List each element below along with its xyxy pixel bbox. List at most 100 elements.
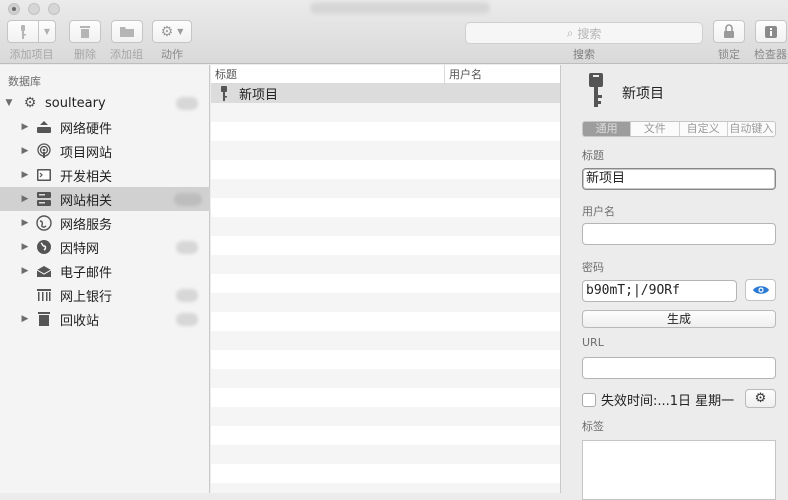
disclosure-triangle-icon[interactable]: ▶	[20, 266, 30, 276]
actions-button[interactable]: ⚙ ▼	[152, 20, 192, 43]
search-placeholder: 搜索	[577, 26, 602, 41]
inspector-label: 检查器	[754, 48, 787, 61]
add-entry-button[interactable]	[7, 20, 39, 43]
title-field[interactable]: 新项目	[582, 168, 776, 190]
table-row	[211, 236, 560, 255]
close-window-button[interactable]	[8, 3, 20, 15]
sidebar-item-online-banking[interactable]: 网上银行	[0, 283, 210, 307]
key-icon	[220, 85, 228, 102]
sidebar-database-label: soulteary	[45, 95, 106, 111]
add-entry-dropdown[interactable]: ▼	[39, 20, 56, 43]
disclosure-triangle-icon[interactable]: ▶	[20, 218, 30, 228]
title-field-label: 标题	[582, 149, 604, 162]
table-row	[211, 350, 560, 369]
delete-tool[interactable]: 删除	[69, 20, 101, 62]
delete-label: 删除	[74, 48, 96, 61]
sidebar-item-trash[interactable]: ▶ 回收站	[0, 307, 210, 331]
window-controls	[8, 3, 60, 15]
add-group-label: 添加组	[110, 48, 143, 61]
disclosure-triangle-icon[interactable]: ▶	[20, 146, 30, 156]
key-plus-icon	[21, 24, 26, 39]
disclosure-triangle-icon[interactable]: ▶	[20, 314, 30, 324]
entry-count-badge	[176, 96, 198, 110]
username-field[interactable]	[582, 223, 776, 245]
tab-custom[interactable]: 自定义	[680, 122, 728, 136]
tab-general[interactable]: 通用	[583, 122, 632, 136]
table-row[interactable]: 新项目	[211, 84, 560, 103]
trash-icon	[35, 311, 53, 327]
actions-tool[interactable]: ⚙ ▼ 动作	[152, 20, 192, 62]
table-row	[211, 407, 560, 426]
generate-password-button[interactable]: 生成	[582, 310, 776, 328]
search-input[interactable]: ⌕ 搜索	[465, 22, 703, 44]
sidebar-item-project-sites[interactable]: ▶ 项目网站	[0, 139, 210, 163]
sidebar-item-development[interactable]: ▶ 开发相关	[0, 163, 210, 187]
toolbar: ▼ 添加项目 删除 添加组 ⚙ ▼ 动作 ⌕ 搜索 搜索 锁定 检查器	[0, 0, 788, 64]
disclosure-triangle-icon[interactable]: ▶	[20, 194, 30, 204]
table-row	[211, 369, 560, 388]
sidebar: 数据库 ▼ ⚙ soulteary ▶ 网络硬件 ▶ 项目网站 ▶ 开发相关 ▶…	[0, 65, 210, 493]
add-entry-label: 添加项目	[9, 48, 54, 61]
sidebar-header: 数据库	[8, 75, 41, 88]
search-icon: ⌕	[566, 25, 574, 40]
sidebar-item-label: 网上银行	[60, 289, 113, 305]
table-row	[211, 274, 560, 293]
url-field[interactable]	[582, 357, 776, 379]
password-field[interactable]: b90mT;|/9ORf	[582, 280, 737, 302]
podcast-icon	[35, 143, 53, 159]
email-icon	[35, 263, 53, 279]
expire-checkbox[interactable]	[582, 392, 596, 407]
inspector-tool[interactable]: 检查器	[754, 20, 787, 62]
table-row	[211, 483, 560, 493]
entry-list: 标题 用户名 新项目	[211, 65, 561, 493]
add-group-tool[interactable]: 添加组	[110, 20, 143, 62]
sidebar-item-network-hardware[interactable]: ▶ 网络硬件	[0, 115, 210, 139]
expiration-settings-button[interactable]: ⚙	[745, 389, 776, 408]
tab-autotype[interactable]: 自动键入	[728, 122, 775, 136]
internet-icon	[35, 239, 53, 255]
table-row	[211, 179, 560, 198]
inspector-panel: 新项目 通用 文件 自定义 自动键入 标题 新项目 用户名 密码 b90mT;|…	[562, 65, 788, 500]
chevron-down-icon: ▼	[43, 27, 51, 36]
sidebar-item-websites[interactable]: ▶ 网站相关	[0, 187, 210, 211]
table-row	[211, 388, 560, 407]
sidebar-item-network-services[interactable]: ▶ 网络服务	[0, 211, 210, 235]
minimize-window-button[interactable]	[28, 3, 40, 15]
username-field-label: 用户名	[582, 205, 615, 218]
sidebar-item-label: 网站相关	[60, 193, 113, 209]
inspector-button[interactable]	[754, 20, 787, 43]
disclosure-triangle-icon[interactable]: ▶	[20, 122, 30, 132]
key-icon	[589, 73, 603, 107]
zoom-window-button[interactable]	[48, 3, 60, 15]
actions-label: 动作	[161, 48, 183, 61]
column-header-title[interactable]: 标题	[211, 65, 445, 83]
entry-count-badge	[176, 240, 198, 254]
sidebar-item-label: 因特网	[60, 241, 100, 257]
disclosure-triangle-open-icon[interactable]: ▼	[4, 98, 14, 108]
tags-field[interactable]	[582, 440, 776, 500]
disclosure-triangle-icon[interactable]: ▶	[20, 242, 30, 252]
url-field-label: URL	[582, 336, 604, 349]
disclosure-triangle-icon[interactable]: ▶	[20, 170, 30, 180]
sidebar-database-root[interactable]: ▼ ⚙ soulteary	[0, 91, 210, 115]
delete-button[interactable]	[69, 20, 101, 43]
add-entry-tool[interactable]: ▼ 添加项目	[7, 20, 56, 62]
table-row	[211, 331, 560, 350]
inspector-tabs: 通用 文件 自定义 自动键入	[582, 121, 776, 137]
entry-count-badge	[176, 288, 198, 302]
sidebar-item-email[interactable]: ▶ 电子邮件	[0, 259, 210, 283]
column-header-username[interactable]: 用户名	[445, 65, 482, 83]
add-group-button[interactable]	[110, 20, 143, 43]
lock-button[interactable]	[713, 20, 745, 43]
sidebar-item-internet[interactable]: ▶ 因特网	[0, 235, 210, 259]
sidebar-item-label: 回收站	[60, 313, 100, 329]
terminal-icon	[35, 167, 53, 183]
gear-icon: ⚙	[754, 391, 767, 406]
lock-tool[interactable]: 锁定	[713, 20, 745, 62]
gear-icon: ⚙	[23, 95, 37, 111]
list-rows: 新项目	[211, 84, 560, 493]
table-row	[211, 141, 560, 160]
tab-files[interactable]: 文件	[631, 122, 680, 136]
sidebar-item-label: 电子邮件	[60, 265, 113, 281]
show-password-button[interactable]	[745, 279, 776, 301]
